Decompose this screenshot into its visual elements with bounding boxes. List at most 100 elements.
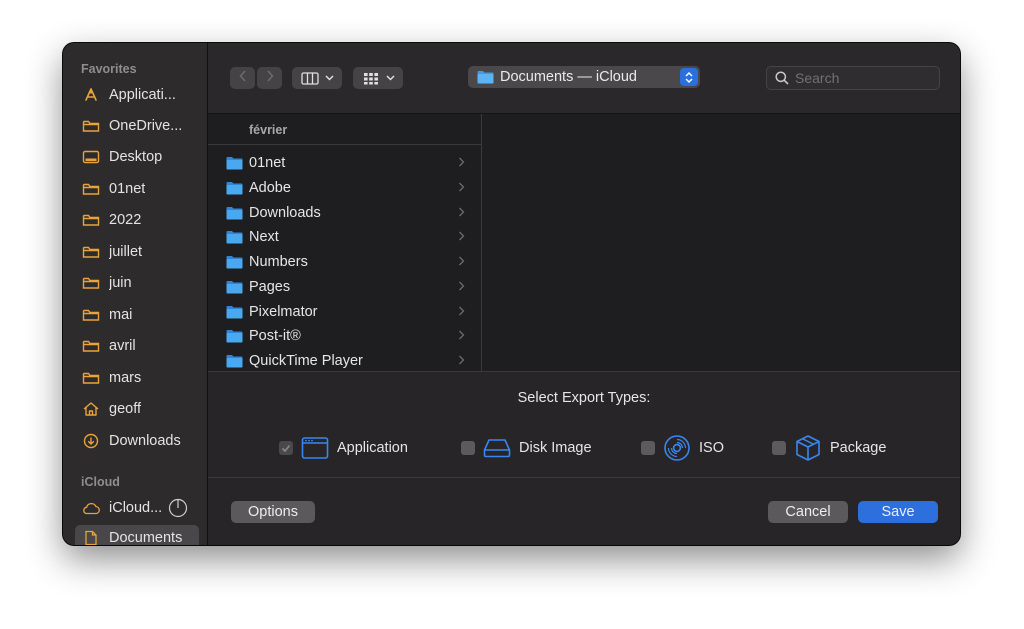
folder-icon <box>81 212 101 228</box>
sidebar-item-geoff[interactable]: geoff <box>75 396 199 422</box>
document-icon <box>81 530 101 545</box>
stepper-icon <box>680 68 698 86</box>
cancel-button[interactable]: Cancel <box>768 501 848 523</box>
grid-icon <box>362 72 380 85</box>
dialog-footer: Options Cancel Save <box>208 477 960 545</box>
folder-icon <box>81 275 101 291</box>
chevron-right-icon <box>459 281 465 291</box>
chevron-right-icon <box>459 157 465 167</box>
export-option-disk-image[interactable]: Disk Image <box>461 434 592 462</box>
sidebar-item-onedrive[interactable]: OneDrive... <box>75 113 199 139</box>
list-item-downloads[interactable]: Downloads <box>208 201 481 225</box>
sidebar-item-desktop[interactable]: Desktop <box>75 144 199 170</box>
sidebar-item-downloads[interactable]: Downloads <box>75 428 199 454</box>
sidebar-item-01net[interactable]: 01net <box>75 176 199 202</box>
search-field[interactable] <box>766 66 940 90</box>
folder-icon <box>226 330 243 343</box>
export-types-title: Select Export Types: <box>517 390 651 406</box>
chevron-down-icon <box>385 75 395 81</box>
sync-progress-icon <box>168 498 188 518</box>
export-options-panel: Select Export Types: Application Disk Im… <box>208 371 960 478</box>
folder-icon <box>81 244 101 260</box>
iso-disc-icon <box>663 434 691 462</box>
list-item-post-it[interactable]: Post-it® <box>208 324 481 348</box>
sidebar-item-icloud-drive[interactable]: iCloud... <box>75 495 199 521</box>
sidebar-item-documents[interactable]: Documents <box>75 525 199 545</box>
search-icon <box>775 71 789 85</box>
sidebar-section-icloud: iCloud <box>81 475 120 489</box>
folder-icon <box>226 256 243 269</box>
list-item-pages[interactable]: Pages <box>208 275 481 299</box>
folder-icon <box>226 355 243 368</box>
folder-icon <box>226 281 243 294</box>
sidebar-item-avril[interactable]: avril <box>75 333 199 359</box>
chevron-right-icon <box>459 182 465 192</box>
package-checkbox[interactable] <box>772 441 786 455</box>
package-icon <box>794 434 822 462</box>
list-item-pixelmator[interactable]: Pixelmator <box>208 300 481 324</box>
folder-icon <box>81 181 101 197</box>
home-icon <box>81 401 101 417</box>
column-header-label: février <box>249 123 288 137</box>
column-header: février <box>208 114 481 145</box>
list-item-01net[interactable]: 01net <box>208 151 481 175</box>
list-item-next[interactable]: Next <box>208 225 481 249</box>
disk-image-icon <box>483 434 511 462</box>
list-item-quicktime-player[interactable]: QuickTime Player <box>208 349 481 373</box>
folder-icon <box>226 182 243 195</box>
folder-icon <box>81 118 101 134</box>
chevron-right-icon <box>459 231 465 241</box>
list-item-adobe[interactable]: Adobe <box>208 176 481 200</box>
chevron-left-icon <box>238 69 248 88</box>
sidebar-item-juillet[interactable]: juillet <box>75 239 199 265</box>
chevron-right-icon <box>459 306 465 316</box>
sidebar-section-favorites: Favorites <box>81 62 137 76</box>
sidebar-item-2022[interactable]: 2022 <box>75 207 199 233</box>
chevron-right-icon <box>459 256 465 266</box>
view-mode-button[interactable] <box>292 67 342 89</box>
export-option-package[interactable]: Package <box>772 434 886 462</box>
application-window-icon <box>301 434 329 462</box>
forward-button[interactable] <box>257 67 282 89</box>
cloud-icon <box>81 500 101 516</box>
export-option-iso[interactable]: ISO <box>641 434 724 462</box>
applications-icon <box>81 87 101 103</box>
disk-image-checkbox[interactable] <box>461 441 475 455</box>
folder-icon <box>477 70 494 84</box>
save-button[interactable]: Save <box>858 501 938 523</box>
chevron-down-icon <box>324 75 334 81</box>
sidebar-item-applications[interactable]: Applicati... <box>75 82 199 108</box>
browser-column: février 01net Adobe Downloads Next Numbe… <box>208 114 482 371</box>
save-dialog: Favorites Applicati... OneDrive... Deskt… <box>63 43 960 545</box>
folder-icon <box>226 306 243 319</box>
desktop-icon <box>81 149 101 165</box>
application-checkbox[interactable] <box>279 441 293 455</box>
location-label: Documents — iCloud <box>500 69 637 85</box>
folder-icon <box>226 231 243 244</box>
search-input[interactable] <box>793 69 927 87</box>
chevron-right-icon <box>459 330 465 340</box>
columns-view-icon <box>300 71 319 85</box>
group-by-button[interactable] <box>353 67 403 89</box>
folder-icon <box>226 207 243 220</box>
folder-icon <box>81 338 101 354</box>
sidebar-item-mars[interactable]: mars <box>75 365 199 391</box>
options-button[interactable]: Options <box>231 501 315 523</box>
toolbar: Documents — iCloud <box>208 43 960 114</box>
sidebar-item-mai[interactable]: mai <box>75 302 199 328</box>
folder-icon <box>226 157 243 170</box>
downloads-icon <box>81 433 101 449</box>
list-item-numbers[interactable]: Numbers <box>208 250 481 274</box>
chevron-right-icon <box>459 355 465 365</box>
folder-icon <box>81 307 101 323</box>
sidebar-item-juin[interactable]: juin <box>75 270 199 296</box>
folder-icon <box>81 370 101 386</box>
iso-checkbox[interactable] <box>641 441 655 455</box>
location-popup[interactable]: Documents — iCloud <box>468 66 700 88</box>
back-button[interactable] <box>230 67 255 89</box>
export-option-application[interactable]: Application <box>279 434 408 462</box>
chevron-right-icon <box>459 207 465 217</box>
chevron-right-icon <box>265 69 275 88</box>
file-browser: février 01net Adobe Downloads Next Numbe… <box>208 114 960 371</box>
sidebar: Favorites Applicati... OneDrive... Deskt… <box>63 43 208 545</box>
